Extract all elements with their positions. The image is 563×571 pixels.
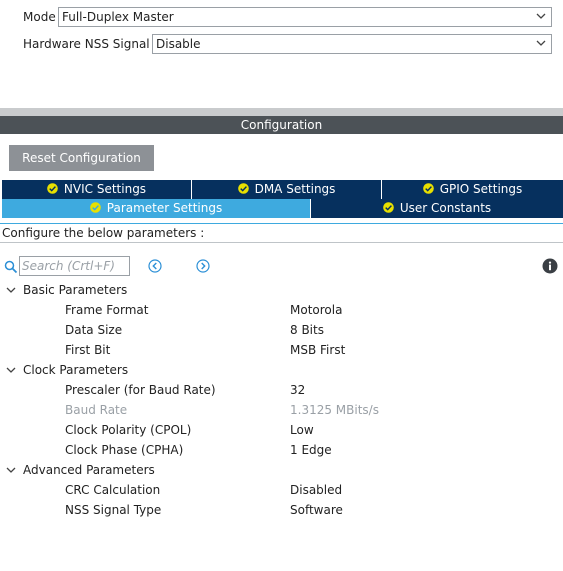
- check-ok-icon: [422, 183, 434, 194]
- hardware-nss-select-value: Disable: [156, 37, 201, 51]
- configure-instruction: Configure the below parameters :: [0, 223, 563, 243]
- param-data-size-value[interactable]: 8 Bits: [290, 323, 324, 337]
- tab-label: NVIC Settings: [63, 182, 147, 196]
- hardware-nss-select[interactable]: Disable: [152, 34, 552, 54]
- tab-user-constants[interactable]: User Constants: [310, 199, 563, 218]
- tab-gpio-settings[interactable]: GPIO Settings: [381, 180, 563, 199]
- param-baud-rate-value: 1.3125 MBits/s: [290, 403, 379, 417]
- tab-parameter-settings[interactable]: Parameter Settings: [1, 199, 310, 218]
- param-clock-polarity-value[interactable]: Low: [290, 423, 314, 437]
- tab-label: User Constants: [399, 201, 492, 215]
- param-first-bit-value[interactable]: MSB First: [290, 343, 345, 357]
- check-ok-icon: [237, 183, 249, 194]
- param-nss-signal-type-value[interactable]: Software: [290, 503, 343, 517]
- param-clock-polarity[interactable]: Clock Polarity (CPOL): [65, 423, 191, 437]
- chevron-down-icon[interactable]: [5, 464, 17, 476]
- reset-configuration-button[interactable]: Reset Configuration: [9, 145, 154, 171]
- chevron-down-icon: [536, 40, 546, 46]
- chevron-down-icon[interactable]: [5, 284, 17, 296]
- search-input[interactable]: Search (Crtl+F): [19, 256, 130, 276]
- param-baud-rate: Baud Rate: [65, 403, 128, 417]
- search-icon: [4, 260, 18, 274]
- param-data-size[interactable]: Data Size: [65, 323, 122, 337]
- chevron-down-icon[interactable]: [5, 364, 17, 376]
- info-icon[interactable]: [542, 258, 558, 274]
- mode-select[interactable]: Full-Duplex Master: [58, 7, 552, 27]
- configuration-title: Configuration: [0, 116, 563, 134]
- group-clock-parameters[interactable]: Clock Parameters: [23, 363, 128, 377]
- hardware-nss-label: Hardware NSS Signal: [23, 37, 150, 51]
- tab-dma-settings[interactable]: DMA Settings: [191, 180, 381, 199]
- check-ok-icon: [89, 202, 101, 213]
- tab-nvic-settings[interactable]: NVIC Settings: [1, 180, 191, 199]
- check-ok-icon: [383, 202, 394, 213]
- check-ok-icon: [47, 183, 58, 194]
- chevron-down-icon: [536, 13, 546, 19]
- param-clock-phase-value[interactable]: 1 Edge: [290, 443, 332, 457]
- param-crc-calculation[interactable]: CRC Calculation: [65, 483, 160, 497]
- param-nss-signal-type[interactable]: NSS Signal Type: [65, 503, 161, 517]
- param-frame-format[interactable]: Frame Format: [65, 303, 149, 317]
- mode-label: Mode: [23, 10, 56, 24]
- previous-icon[interactable]: [148, 259, 162, 273]
- param-prescaler-value[interactable]: 32: [290, 383, 305, 397]
- param-first-bit[interactable]: First Bit: [65, 343, 110, 357]
- mode-select-value: Full-Duplex Master: [62, 10, 174, 24]
- tab-label: DMA Settings: [254, 182, 336, 196]
- param-prescaler[interactable]: Prescaler (for Baud Rate): [65, 383, 216, 397]
- tab-label: GPIO Settings: [439, 182, 523, 196]
- param-frame-format-value[interactable]: Motorola: [290, 303, 342, 317]
- group-basic-parameters[interactable]: Basic Parameters: [23, 283, 127, 297]
- param-clock-phase[interactable]: Clock Phase (CPHA): [65, 443, 183, 457]
- param-crc-calculation-value[interactable]: Disabled: [290, 483, 342, 497]
- next-icon[interactable]: [196, 259, 210, 273]
- group-advanced-parameters[interactable]: Advanced Parameters: [23, 463, 155, 477]
- tab-label: Parameter Settings: [106, 201, 223, 215]
